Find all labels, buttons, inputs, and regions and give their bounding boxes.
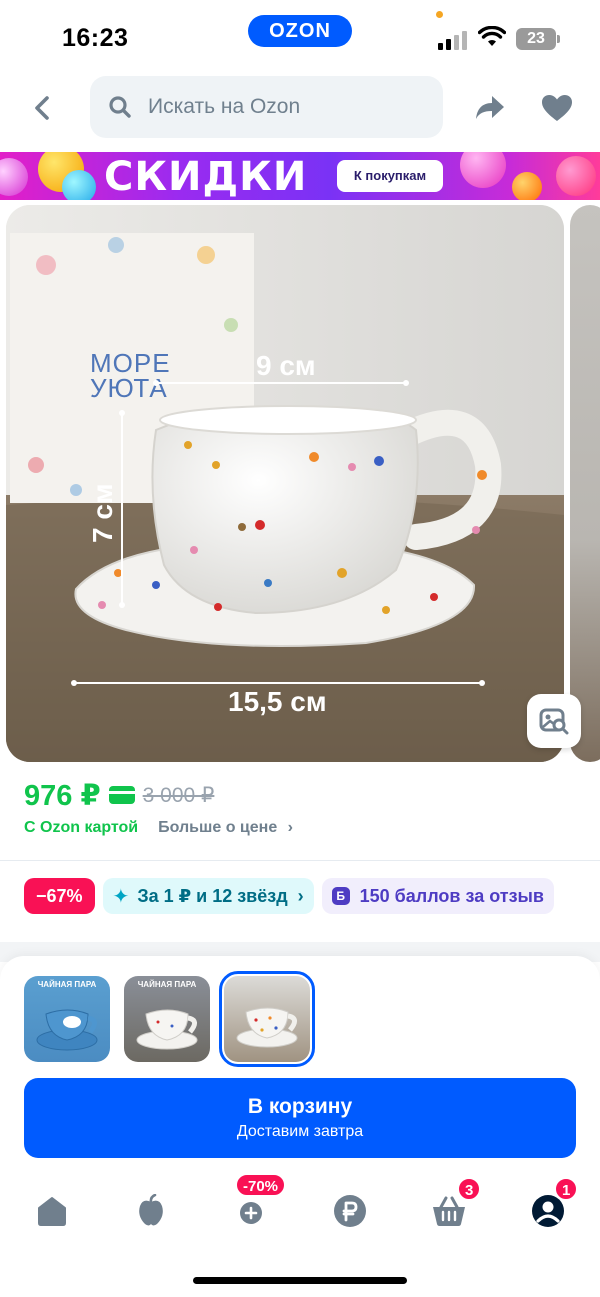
fresh-icon bbox=[139, 1194, 163, 1226]
home-indicator bbox=[193, 1277, 407, 1284]
tab-profile[interactable]: 1 bbox=[524, 1177, 579, 1235]
price-row: 976 ₽ 3 000 ₽ bbox=[24, 775, 214, 815]
tab-finance[interactable] bbox=[326, 1187, 374, 1235]
chevron-left-icon bbox=[35, 96, 49, 120]
points-icon: Б bbox=[331, 887, 350, 905]
top-nav-header bbox=[0, 72, 600, 144]
next-image-peek[interactable] bbox=[570, 205, 600, 762]
cart-count-badge: 3 bbox=[457, 1177, 482, 1201]
status-time: 16:23 bbox=[62, 24, 129, 52]
white-cup-image bbox=[136, 1009, 198, 1050]
review-points-chip[interactable]: Б 150 баллов за отзыв bbox=[321, 878, 554, 914]
dimension-height-label: 7 см bbox=[87, 483, 118, 543]
delivery-label: Доставим завтра bbox=[236, 1123, 364, 1140]
back-button[interactable] bbox=[22, 88, 62, 128]
catalog-discount-badge: -70% bbox=[235, 1173, 287, 1197]
wifi-icon bbox=[478, 26, 506, 46]
search-input[interactable] bbox=[148, 95, 408, 119]
battery-indicator: 23 bbox=[516, 28, 560, 50]
banner-title: СКИДКИ bbox=[104, 154, 308, 200]
share-arrow-icon bbox=[476, 96, 504, 119]
review-points-label: 150 баллов за отзыв bbox=[359, 885, 544, 906]
promo-chips: −67% ✦ За 1 ₽ и 12 звёзд › Б 150 баллов … bbox=[24, 878, 554, 914]
ozon-card-icon bbox=[108, 786, 135, 804]
tab-catalog[interactable]: -70% bbox=[227, 1173, 287, 1235]
blue-cup-image bbox=[36, 1009, 98, 1051]
old-price: 3 000 ₽ bbox=[142, 783, 215, 807]
home-icon bbox=[38, 1197, 66, 1226]
add-to-cart-label: В корзину bbox=[247, 1095, 353, 1118]
banner-decor bbox=[0, 158, 28, 196]
variant-thumbnail-flowers[interactable] bbox=[219, 971, 315, 1067]
add-to-cart-button[interactable]: В корзину Доставим завтра bbox=[24, 1078, 576, 1158]
price-details-row: С Ozon картой Больше о цене › bbox=[24, 816, 293, 840]
promo-banner[interactable]: СКИДКИ К покупкам bbox=[0, 152, 600, 200]
ozon-logo-pill: OZON bbox=[248, 15, 352, 47]
ruble-icon bbox=[334, 1195, 366, 1227]
cellular-signal-icon bbox=[438, 30, 468, 50]
favorite-button[interactable] bbox=[537, 88, 577, 128]
current-price: 976 ₽ bbox=[24, 779, 101, 812]
chevron-right-icon: › bbox=[287, 819, 293, 836]
banner-decor bbox=[460, 152, 506, 188]
more-about-price-label: Больше о цене bbox=[158, 819, 278, 836]
tab-home[interactable] bbox=[28, 1187, 76, 1235]
product-photo: МОРЕ УЮТА 9 см 7 см 15,5 см bbox=[6, 205, 564, 762]
profile-notification-badge: 1 bbox=[554, 1177, 579, 1201]
ozon-card-label: С Ozon картой bbox=[24, 819, 139, 836]
search-bar[interactable] bbox=[90, 76, 443, 138]
search-icon bbox=[109, 96, 131, 118]
image-search-icon bbox=[539, 708, 569, 735]
variant-thumbnail-blue[interactable]: ЧАЙНАЯ ПАРА bbox=[24, 976, 110, 1062]
privacy-indicator-dot bbox=[436, 11, 443, 18]
flower-cup-image bbox=[236, 1007, 298, 1048]
status-bar: 16:23 OZON 23 bbox=[0, 0, 600, 72]
share-button[interactable] bbox=[470, 88, 510, 128]
dimension-saucer-label: 15,5 см bbox=[228, 686, 327, 717]
variant-thumbnails: ЧАЙНАЯ ПАРА ЧАЙНАЯ ПАРА bbox=[24, 971, 315, 1067]
sparkle-icon: ✦ bbox=[112, 885, 130, 908]
banner-decor bbox=[62, 170, 96, 200]
banner-decor bbox=[556, 156, 596, 196]
tab-cart[interactable]: 3 bbox=[425, 1177, 482, 1235]
tab-fresh[interactable] bbox=[127, 1187, 175, 1235]
banner-decor bbox=[512, 172, 542, 200]
bottom-tab-bar: -70% 3 1 bbox=[0, 1173, 600, 1245]
cart-icon bbox=[433, 1196, 465, 1226]
stars-offer-chip[interactable]: ✦ За 1 ₽ и 12 звёзд › bbox=[102, 878, 314, 914]
dimension-width-label: 9 см bbox=[256, 350, 316, 381]
catalog-icon bbox=[240, 1202, 262, 1224]
heart-icon bbox=[542, 95, 572, 121]
box-brand-line2: УЮТА bbox=[90, 373, 168, 403]
more-about-price-link[interactable]: Больше о цене › bbox=[158, 819, 293, 837]
visual-search-button[interactable] bbox=[527, 694, 581, 748]
banner-shop-button[interactable]: К покупкам bbox=[337, 160, 443, 192]
discount-badge: −67% bbox=[24, 878, 95, 914]
product-image-gallery[interactable]: МОРЕ УЮТА 9 см 7 см 15,5 см bbox=[6, 205, 564, 762]
chevron-right-icon: › bbox=[297, 885, 304, 906]
stars-offer-label: За 1 ₽ и 12 звёзд bbox=[137, 885, 288, 906]
divider bbox=[0, 860, 600, 861]
variant-thumbnail-white[interactable]: ЧАЙНАЯ ПАРА bbox=[124, 976, 210, 1062]
